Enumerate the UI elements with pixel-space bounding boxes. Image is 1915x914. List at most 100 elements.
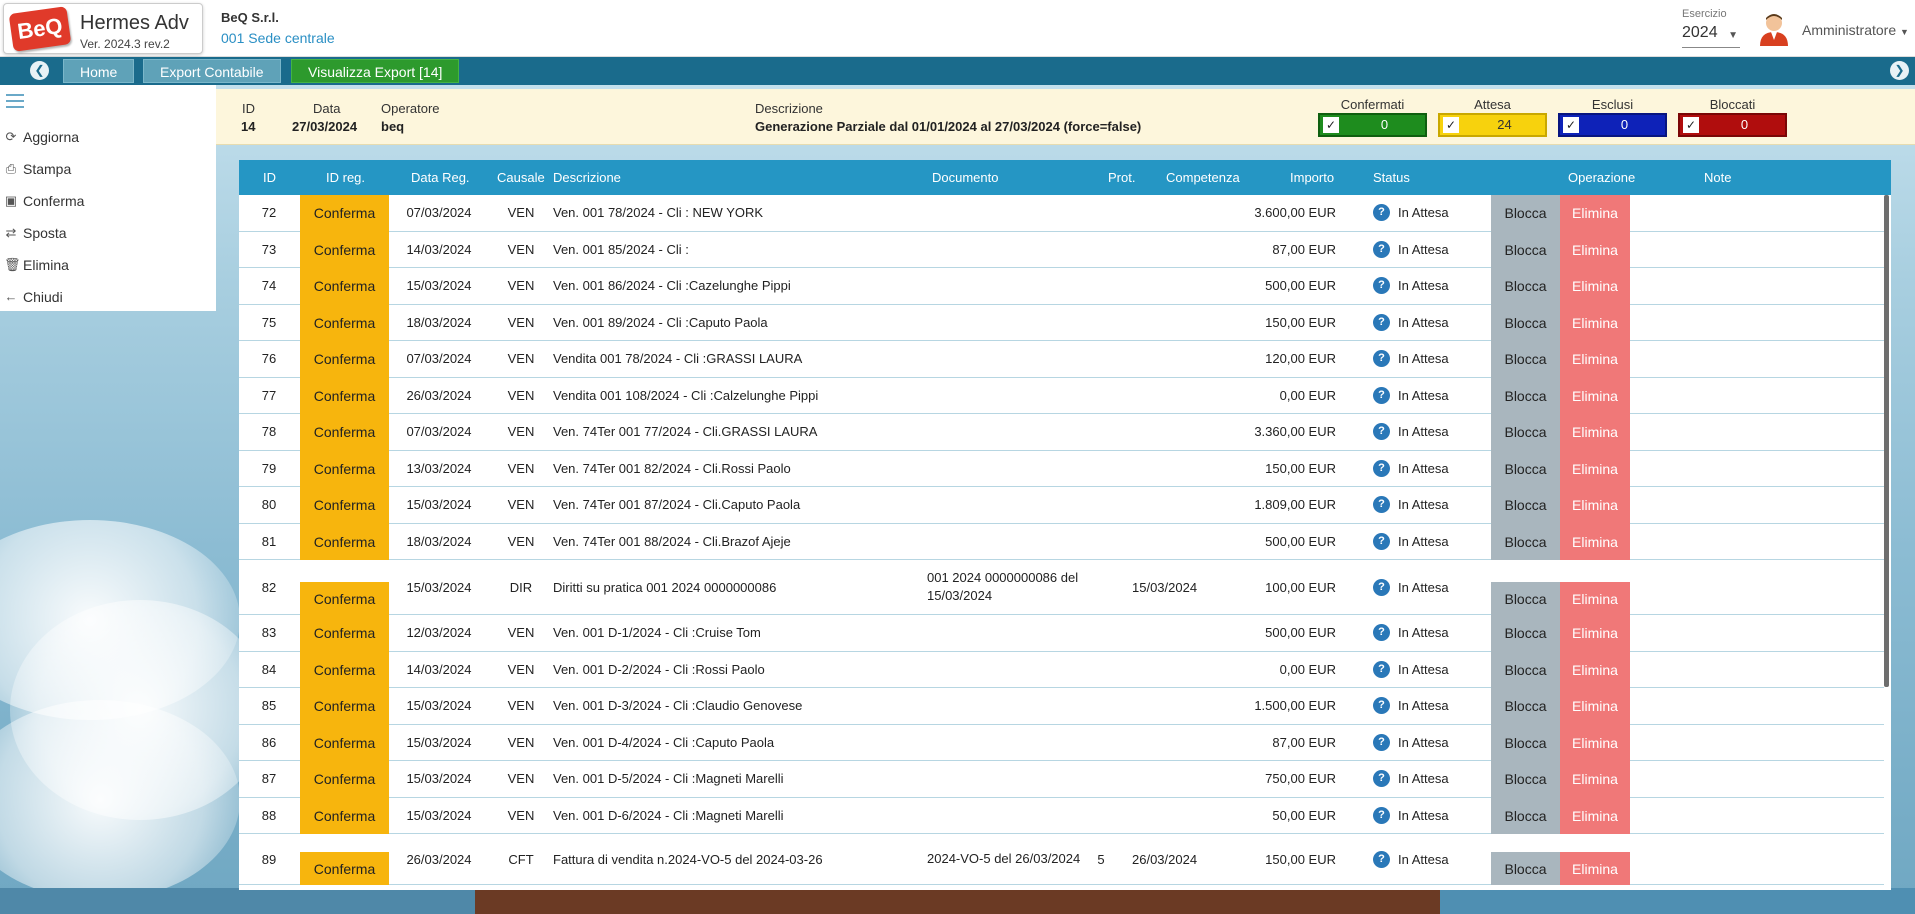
- table-row[interactable]: 72 Conferma 07/03/2024 VEN Ven. 001 78/2024 …: [239, 195, 1884, 232]
- confirm-button[interactable]: Conferma: [300, 852, 389, 885]
- header-causale[interactable]: Causale: [497, 160, 545, 195]
- table-row[interactable]: 81 Conferma 18/03/2024 VEN Ven. 74Ter 001 88…: [239, 523, 1884, 560]
- nav-home-button[interactable]: Home: [63, 59, 135, 83]
- block-button[interactable]: Blocca: [1491, 724, 1560, 761]
- table-row[interactable]: 75 Conferma 18/03/2024 VEN Ven. 001 89/2024 …: [239, 304, 1884, 341]
- hamburger-menu-icon[interactable]: [6, 94, 24, 108]
- table-row[interactable]: 84 Conferma 14/03/2024 VEN Ven. 001 D-2/2024…: [239, 651, 1884, 688]
- delete-button[interactable]: Elimina: [1560, 487, 1630, 524]
- block-button[interactable]: Blocca: [1491, 582, 1560, 615]
- delete-button[interactable]: Elimina: [1560, 615, 1630, 652]
- help-icon[interactable]: ?: [1373, 386, 1390, 404]
- confirm-button[interactable]: Conferma: [300, 651, 389, 688]
- help-icon[interactable]: ?: [1373, 277, 1390, 295]
- delete-button[interactable]: Elimina: [1560, 651, 1630, 688]
- delete-button[interactable]: Elimina: [1560, 852, 1630, 885]
- counter-confermati[interactable]: ✓ 0: [1318, 113, 1427, 137]
- table-row[interactable]: 82 Conferma 15/03/2024 DIR Diritti su pratic…: [239, 560, 1884, 615]
- confirm-button[interactable]: Conferma: [300, 615, 389, 652]
- sidebar-item-conferma[interactable]: ▣ Conferma: [0, 188, 216, 214]
- header-importo[interactable]: Importo: [1290, 160, 1334, 195]
- sidebar-item-elimina[interactable]: 🗑 Elimina: [0, 252, 216, 278]
- delete-button[interactable]: Elimina: [1560, 582, 1630, 615]
- block-button[interactable]: Blocca: [1491, 450, 1560, 487]
- block-button[interactable]: Blocca: [1491, 651, 1560, 688]
- header-id[interactable]: ID: [263, 160, 276, 195]
- help-icon[interactable]: ?: [1373, 733, 1390, 751]
- block-button[interactable]: Blocca: [1491, 761, 1560, 798]
- company-branch[interactable]: 001 Sede centrale: [221, 30, 335, 46]
- header-id-reg[interactable]: ID reg.: [326, 160, 365, 195]
- confirm-button[interactable]: Conferma: [300, 268, 389, 305]
- table-row[interactable]: 86 Conferma 15/03/2024 VEN Ven. 001 D-4/2024…: [239, 724, 1884, 761]
- help-icon[interactable]: ?: [1373, 423, 1390, 441]
- table-row[interactable]: 83 Conferma 12/03/2024 VEN Ven. 001 D-1/2024…: [239, 615, 1884, 652]
- nav-export-button[interactable]: Export Contabile: [143, 59, 281, 83]
- delete-button[interactable]: Elimina: [1560, 688, 1630, 725]
- counter-attesa[interactable]: ✓ 24: [1438, 113, 1547, 137]
- block-button[interactable]: Blocca: [1491, 377, 1560, 414]
- table-row[interactable]: 85 Conferma 15/03/2024 VEN Ven. 001 D-3/2024…: [239, 688, 1884, 725]
- delete-button[interactable]: Elimina: [1560, 797, 1630, 834]
- table-row[interactable]: 89 Conferma 26/03/2024 CFT Fattura di vendit…: [239, 834, 1884, 885]
- confirm-button[interactable]: Conferma: [300, 688, 389, 725]
- help-icon[interactable]: ?: [1373, 240, 1390, 258]
- delete-button[interactable]: Elimina: [1560, 195, 1630, 232]
- help-icon[interactable]: ?: [1373, 350, 1390, 368]
- confirm-button[interactable]: Conferma: [300, 450, 389, 487]
- delete-button[interactable]: Elimina: [1560, 414, 1630, 451]
- fiscal-year-select[interactable]: 2024 ▼: [1682, 24, 1740, 48]
- sidebar-item-chiudi[interactable]: ← Chiudi: [0, 284, 216, 310]
- table-row[interactable]: 74 Conferma 15/03/2024 VEN Ven. 001 86/2024 …: [239, 268, 1884, 305]
- header-status[interactable]: Status: [1373, 160, 1410, 195]
- confirm-button[interactable]: Conferma: [300, 377, 389, 414]
- nav-view-export-button[interactable]: Visualizza Export [14]: [291, 59, 460, 83]
- help-icon[interactable]: ?: [1373, 770, 1390, 788]
- table-row[interactable]: 73 Conferma 14/03/2024 VEN Ven. 001 85/2024 …: [239, 231, 1884, 268]
- table-row[interactable]: 88 Conferma 15/03/2024 VEN Ven. 001 D-6/2024…: [239, 797, 1884, 834]
- user-menu[interactable]: Amministratore ▼: [1802, 22, 1909, 38]
- vertical-scrollbar[interactable]: [1884, 195, 1889, 687]
- block-button[interactable]: Blocca: [1491, 341, 1560, 378]
- header-competenza[interactable]: Competenza: [1166, 160, 1240, 195]
- table-row[interactable]: 80 Conferma 15/03/2024 VEN Ven. 74Ter 001 87…: [239, 487, 1884, 524]
- block-button[interactable]: Blocca: [1491, 852, 1560, 885]
- help-icon[interactable]: ?: [1373, 459, 1390, 477]
- table-row[interactable]: 78 Conferma 07/03/2024 VEN Ven. 74Ter 001 77…: [239, 414, 1884, 451]
- delete-button[interactable]: Elimina: [1560, 761, 1630, 798]
- confirm-button[interactable]: Conferma: [300, 724, 389, 761]
- counter-esclusi[interactable]: ✓ 0: [1558, 113, 1667, 137]
- help-icon[interactable]: ?: [1373, 624, 1390, 642]
- confirm-button[interactable]: Conferma: [300, 487, 389, 524]
- confirm-button[interactable]: Conferma: [300, 304, 389, 341]
- block-button[interactable]: Blocca: [1491, 523, 1560, 560]
- confirm-button[interactable]: Conferma: [300, 195, 389, 232]
- block-button[interactable]: Blocca: [1491, 231, 1560, 268]
- confirm-button[interactable]: Conferma: [300, 523, 389, 560]
- confirm-button[interactable]: Conferma: [300, 414, 389, 451]
- confirm-button[interactable]: Conferma: [300, 231, 389, 268]
- block-button[interactable]: Blocca: [1491, 615, 1560, 652]
- delete-button[interactable]: Elimina: [1560, 450, 1630, 487]
- block-button[interactable]: Blocca: [1491, 797, 1560, 834]
- confirm-button[interactable]: Conferma: [300, 797, 389, 834]
- help-icon[interactable]: ?: [1373, 697, 1390, 715]
- header-documento[interactable]: Documento: [932, 160, 998, 195]
- sidebar-item-stampa[interactable]: ⎙ Stampa: [0, 156, 216, 182]
- block-button[interactable]: Blocca: [1491, 688, 1560, 725]
- sidebar-item-aggiorna[interactable]: ⟳ Aggiorna: [0, 124, 216, 150]
- user-avatar-icon[interactable]: [1758, 12, 1790, 46]
- help-icon[interactable]: ?: [1373, 496, 1390, 514]
- block-button[interactable]: Blocca: [1491, 195, 1560, 232]
- help-icon[interactable]: ?: [1373, 578, 1390, 596]
- delete-button[interactable]: Elimina: [1560, 231, 1630, 268]
- help-icon[interactable]: ?: [1373, 806, 1390, 824]
- block-button[interactable]: Blocca: [1491, 414, 1560, 451]
- delete-button[interactable]: Elimina: [1560, 341, 1630, 378]
- block-button[interactable]: Blocca: [1491, 487, 1560, 524]
- counter-bloccati[interactable]: ✓ 0: [1678, 113, 1787, 137]
- table-row[interactable]: 79 Conferma 13/03/2024 VEN Ven. 74Ter 001 82…: [239, 450, 1884, 487]
- help-icon[interactable]: ?: [1373, 204, 1390, 222]
- delete-button[interactable]: Elimina: [1560, 377, 1630, 414]
- help-icon[interactable]: ?: [1373, 532, 1390, 550]
